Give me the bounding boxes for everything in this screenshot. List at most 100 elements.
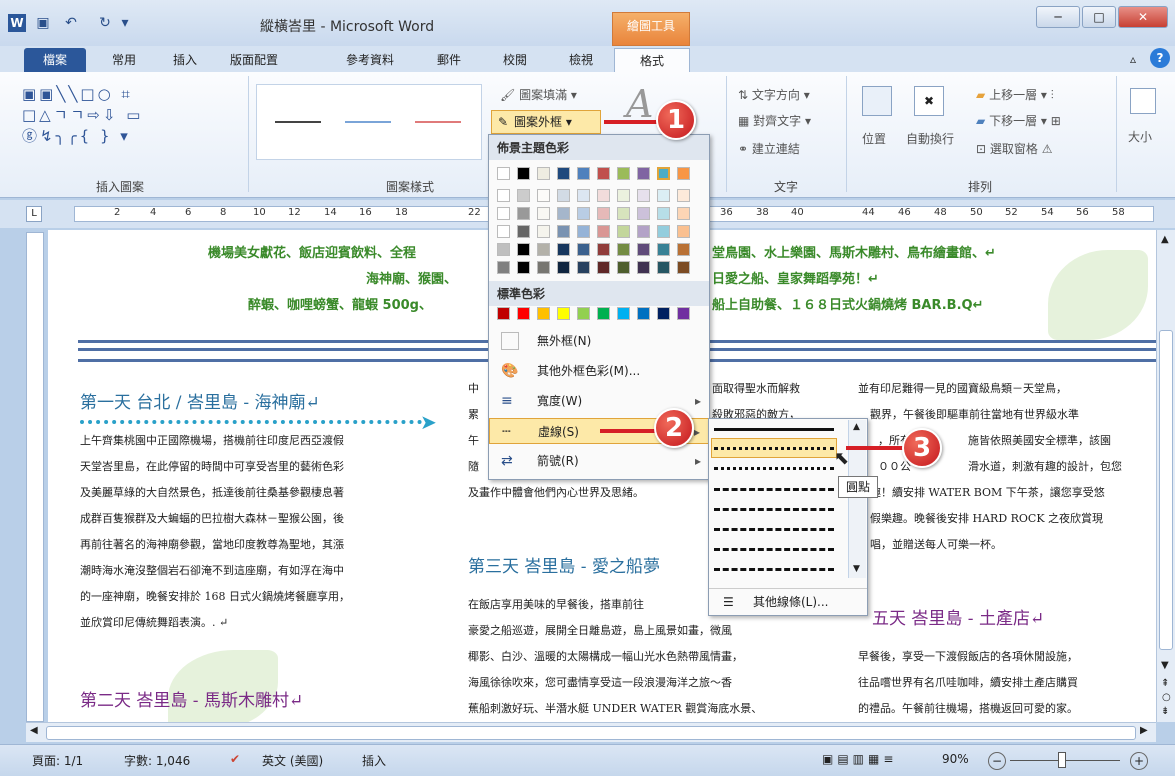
theme-color-swatch[interactable] — [657, 189, 670, 202]
scroll-down-icon[interactable]: ▼ — [1161, 660, 1169, 671]
theme-color-swatch[interactable] — [577, 207, 590, 220]
theme-color-swatch[interactable] — [617, 167, 630, 180]
no-outline-menu-item[interactable]: 無外框(N) — [489, 328, 709, 354]
customize-qat-icon[interactable]: ▾ — [116, 14, 134, 32]
theme-color-swatch[interactable] — [557, 243, 570, 256]
theme-color-swatch[interactable] — [597, 207, 610, 220]
theme-color-swatch[interactable] — [517, 261, 530, 274]
theme-color-swatch[interactable] — [637, 225, 650, 238]
undo-icon[interactable]: ↶ — [62, 14, 80, 32]
theme-color-swatch[interactable] — [557, 207, 570, 220]
theme-color-swatch[interactable] — [597, 261, 610, 274]
insert-mode[interactable]: 插入 — [362, 752, 386, 769]
next-page-icon[interactable]: ⇟ — [1161, 706, 1169, 717]
theme-color-swatch[interactable] — [677, 207, 690, 220]
view-buttons[interactable]: ▣▤▥▦≡ — [822, 752, 897, 766]
theme-color-swatch[interactable] — [637, 261, 650, 274]
theme-color-swatch[interactable] — [557, 261, 570, 274]
theme-color-swatch[interactable] — [637, 207, 650, 220]
theme-color-swatch[interactable] — [677, 167, 690, 180]
theme-color-swatch[interactable] — [517, 167, 530, 180]
shapes-gallery[interactable]: ▣▣╲╲□○ ⌗ □△ㄱㄱ⇨⇩ ▭ ⓖ↯╮╭{ } ▾ — [22, 84, 198, 150]
theme-color-swatch[interactable] — [497, 225, 510, 238]
tab-view[interactable]: 檢視 — [556, 48, 606, 72]
standard-color-swatch[interactable] — [577, 307, 590, 320]
shape-fill-button[interactable]: 🖌 圖案填滿 ▾ — [500, 86, 577, 103]
theme-color-swatch[interactable] — [677, 189, 690, 202]
standard-color-swatch[interactable] — [517, 307, 530, 320]
theme-color-swatch[interactable] — [497, 207, 510, 220]
vertical-scrollbar[interactable]: ▲ ▼ ⇞ ○ ⇟ — [1156, 230, 1175, 722]
horizontal-scrollbar[interactable]: ◀ ▶ — [26, 722, 1156, 742]
tab-references[interactable]: 參考資料 — [330, 48, 410, 72]
theme-color-swatch[interactable] — [657, 243, 670, 256]
scroll-right-icon[interactable]: ▶ — [1140, 725, 1148, 736]
position-button[interactable]: 位置 — [862, 130, 886, 147]
standard-color-swatch[interactable] — [617, 307, 630, 320]
size-icon[interactable] — [1130, 88, 1156, 114]
theme-color-swatch[interactable] — [517, 225, 530, 238]
dash-style-solid[interactable] — [714, 428, 834, 431]
theme-color-swatch[interactable] — [577, 225, 590, 238]
theme-color-swatch[interactable] — [517, 207, 530, 220]
theme-color-swatch[interactable] — [657, 225, 670, 238]
tab-file[interactable]: 檔案 — [24, 48, 86, 72]
theme-color-swatch[interactable] — [557, 189, 570, 202]
page-count[interactable]: 頁面: 1/1 — [32, 752, 83, 769]
theme-color-swatch[interactable] — [597, 225, 610, 238]
size-button[interactable]: 大小 — [1128, 128, 1152, 145]
more-lines-menu-item[interactable]: ☰ 其他線條(L)... — [709, 588, 867, 614]
scroll-down-icon[interactable]: ▼ — [853, 564, 860, 574]
language[interactable]: 英文 (美國) — [262, 752, 323, 769]
theme-color-swatch[interactable] — [517, 243, 530, 256]
redo-icon[interactable]: ↻ — [96, 14, 114, 32]
dash-style-dash[interactable] — [714, 488, 834, 491]
standard-color-swatch[interactable] — [677, 307, 690, 320]
tab-mailings[interactable]: 郵件 — [424, 48, 474, 72]
theme-color-swatch[interactable] — [617, 243, 630, 256]
theme-color-swatch[interactable] — [637, 167, 650, 180]
theme-color-swatch[interactable] — [577, 261, 590, 274]
theme-color-swatch[interactable] — [537, 243, 550, 256]
minimize-button[interactable]: ─ — [1036, 6, 1080, 28]
theme-color-swatch[interactable] — [677, 261, 690, 274]
theme-color-swatch[interactable] — [637, 243, 650, 256]
theme-color-swatch[interactable] — [497, 167, 510, 180]
zoom-level[interactable]: 90% — [942, 752, 969, 766]
theme-color-swatch[interactable] — [677, 225, 690, 238]
theme-color-swatch[interactable] — [537, 261, 550, 274]
standard-color-swatch[interactable] — [597, 307, 610, 320]
theme-color-swatch[interactable] — [537, 225, 550, 238]
theme-color-swatch[interactable] — [617, 225, 630, 238]
standard-color-swatch[interactable] — [637, 307, 650, 320]
scroll-thumb[interactable] — [1159, 330, 1173, 650]
theme-color-swatch[interactable] — [637, 189, 650, 202]
theme-color-swatch[interactable] — [597, 167, 610, 180]
collapse-ribbon-icon[interactable]: ▵ — [1130, 52, 1136, 66]
send-backward-button[interactable]: ▰ 下移一層 ▾ ⊞ — [976, 112, 1061, 129]
zoom-out-icon[interactable]: − — [988, 752, 1006, 770]
word-app-icon[interactable]: W — [8, 14, 26, 32]
dash-style-long-dash-dot[interactable] — [714, 548, 834, 551]
theme-color-swatch[interactable] — [537, 167, 550, 180]
theme-color-swatch[interactable] — [557, 225, 570, 238]
position-icon[interactable] — [862, 86, 892, 116]
proofing-icon[interactable]: ✔ — [230, 752, 240, 766]
theme-color-swatch[interactable] — [617, 207, 630, 220]
standard-color-swatch[interactable] — [537, 307, 550, 320]
theme-color-swatch[interactable] — [577, 243, 590, 256]
scroll-up-icon[interactable]: ▲ — [853, 422, 860, 432]
tab-review[interactable]: 校閱 — [490, 48, 540, 72]
theme-color-swatch[interactable] — [497, 189, 510, 202]
shape-outline-button[interactable]: ✎ 圖案外框 ▾ — [491, 110, 601, 134]
standard-color-swatch[interactable] — [557, 307, 570, 320]
theme-color-swatch[interactable] — [577, 189, 590, 202]
dash-style-long-dash[interactable] — [714, 528, 834, 531]
theme-color-swatch[interactable] — [597, 189, 610, 202]
create-link-button[interactable]: ⚭ 建立連結 — [738, 140, 800, 157]
text-direction-button[interactable]: ⇅ 文字方向 ▾ — [738, 86, 810, 103]
selection-pane-button[interactable]: ⊡ 選取窗格 ⚠ — [976, 140, 1052, 157]
tab-page-layout[interactable]: 版面配置 — [218, 48, 290, 72]
theme-color-swatch[interactable] — [657, 167, 670, 180]
wrap-text-button[interactable]: 自動換行 — [906, 130, 954, 147]
